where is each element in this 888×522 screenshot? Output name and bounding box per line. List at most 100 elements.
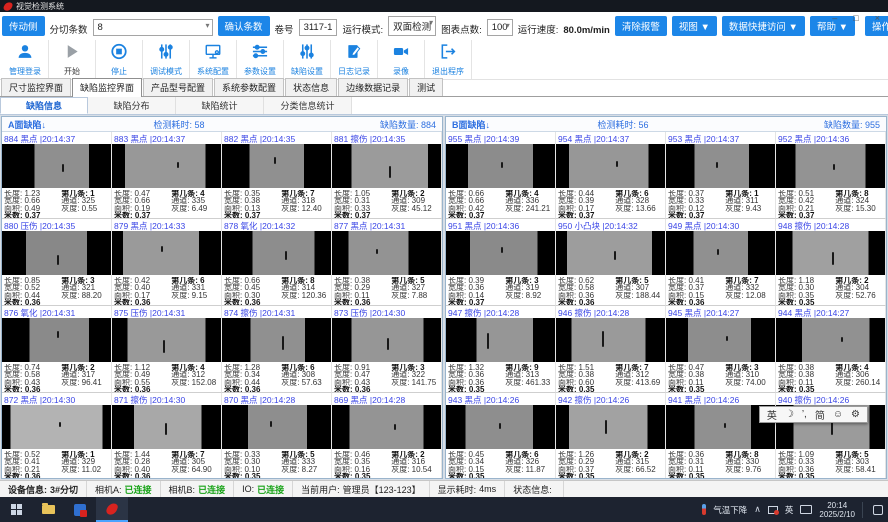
defect-cell[interactable]: 875 压伤 |20:14:31长度: 1.12宽度: 0.49面积: 0.55… [112,306,222,393]
metric-area: 面积: 0.16 [334,466,391,473]
defect-cell[interactable]: 870 黑点 |20:14:28长度: 0.33宽度: 0.30面积: 0.10… [222,393,332,478]
defect-cell[interactable]: 952 黑点 |20:14:36长度: 0.51宽度: 0.42面积: 0.21… [776,132,886,219]
metrics-right-column: 第几条: 2通道: 316灰度: 10.54 [391,451,440,478]
tab-4[interactable]: 状态信息 [285,78,337,96]
defect-cell[interactable]: 953 黑点 |20:14:37长度: 0.37宽度: 0.33面积: 0.12… [666,132,776,219]
ime-punctuation-icon[interactable]: ’, [802,409,807,420]
toolbar-button-monitor[interactable]: 系统配置 [190,40,237,79]
toolbar-button-label: 管理登录 [9,66,41,77]
metric-meter: 米数: 0.35 [334,473,391,478]
defect-cell[interactable]: 874 擦伤 |20:14:31长度: 1.28宽度: 0.34面积: 0.44… [222,306,332,393]
pinned-app-button[interactable] [64,497,96,522]
defect-cell[interactable]: 942 擦伤 |20:14:26长度: 1.26宽度: 0.29面积: 0.37… [556,393,666,478]
defect-cell[interactable]: 869 黑点 |20:14:28长度: 0.46宽度: 0.35面积: 0.16… [332,393,442,478]
close-button[interactable]: × [875,13,880,23]
defect-cell[interactable]: 876 氧化 |20:14:31长度: 0.74宽度: 0.58面积: 0.43… [2,306,112,393]
defect-cell[interactable]: 872 黑点 |20:14:30长度: 0.52宽度: 0.41面积: 0.21… [2,393,112,478]
toolbar-button-log[interactable]: 日志记录 [331,40,378,79]
defect-cell[interactable]: 884 黑点 |20:14:37长度: 1.23宽度: 0.66面积: 0.49… [2,132,112,219]
tab-0[interactable]: 尺寸监控界面 [1,78,71,96]
defect-cell[interactable]: 955 黑点 |20:14:39长度: 0.66宽度: 0.66面积: 0.42… [446,132,556,219]
defect-cell[interactable]: 948 擦伤 |20:14:28长度: 1.18宽度: 0.30面积: 0.35… [776,219,886,306]
defect-cell[interactable]: 954 黑点 |20:14:37长度: 0.44宽度: 0.39面积: 0.17… [556,132,666,219]
defect-cell[interactable]: 879 黑点 |20:14:33长度: 0.42宽度: 0.40面积: 0.17… [112,219,222,306]
ime-emoji-icon[interactable]: ☺ [833,409,843,420]
tray-chevron-icon[interactable]: ∧ [754,504,761,515]
defect-cell[interactable]: 878 氧化 |20:14:32长度: 0.66宽度: 0.45面积: 0.30… [222,219,332,306]
ime-lang-button[interactable]: 英 [767,407,777,422]
keyboard-icon[interactable] [800,505,812,514]
defect-thumbnail [776,318,885,362]
metric-length: 长度: 0.66 [448,190,505,197]
roll-number-input[interactable]: 3117-1 [299,19,338,36]
chart-points-select[interactable]: 100 [487,19,513,36]
defect-cell[interactable]: 873 压伤 |20:14:30长度: 0.91宽度: 0.47面积: 0.43… [332,306,442,393]
confirm-count-button[interactable]: 确认条数 [218,16,270,36]
defect-thumbnail [446,144,555,188]
active-app-button[interactable] [96,497,128,522]
metric-strip: 第几条: 5 [391,277,440,284]
toolbar-button-camera[interactable]: 录像 [378,40,425,79]
maximize-button[interactable]: □ [853,13,858,23]
quick-access-menu-button[interactable]: 数据快捷访问 ▼ [722,16,805,36]
sound-alert-icon[interactable] [768,506,778,514]
toolbar-button-sliders-h[interactable]: 参数设置 [237,40,284,79]
metric-length: 长度: 1.32 [448,364,505,371]
tab-2[interactable]: 产品型号配置 [143,78,213,96]
tab-5[interactable]: 边缘数据记录 [338,78,408,96]
subtab-3[interactable]: 分类信息统计 [264,97,352,114]
subtab-1[interactable]: 缺陷分布 [88,97,176,114]
defect-cell[interactable]: 947 擦伤 |20:14:28长度: 1.32宽度: 0.36面积: 0.36… [446,306,556,393]
defect-cell[interactable]: 944 黑点 |20:14:27长度: 0.38宽度: 0.38面积: 0.11… [776,306,886,393]
notification-icon[interactable] [873,505,883,515]
tab-1[interactable]: 缺陷监控界面 [72,78,142,97]
toolbar-button-stop[interactable]: 停止 [96,40,143,79]
toolbar-button-user[interactable]: 管理登录 [2,40,49,79]
ime-settings-gear-icon[interactable]: ⚙ [851,409,860,420]
defect-cell[interactable]: 882 黑点 |20:14:35长度: 0.35宽度: 0.38面积: 0.13… [222,132,332,219]
tune-icon [157,43,175,65]
status-bar: 设备信息:3#分切相机A:已连接相机B:已连接IO:已连接当前用户:管理员【12… [0,480,888,497]
file-explorer-button[interactable] [32,497,64,522]
toolbar-button-label: 缺陷设置 [291,66,323,77]
metric-meter: 米数: 0.36 [4,299,61,306]
metric-area: 面积: 0.43 [334,379,391,386]
subtab-0[interactable]: 缺陷信息 [0,97,88,114]
defect-cell[interactable]: 945 黑点 |20:14:27长度: 0.47宽度: 0.38面积: 0.11… [666,306,776,393]
minimize-button[interactable]: – [832,13,837,23]
status-label: 设备信息: [8,483,47,496]
defect-cell[interactable]: 950 小凸块 |20:14:32长度: 0.62宽度: 0.58面积: 0.3… [556,219,666,306]
defect-metrics: 长度: 0.46宽度: 0.35面积: 0.16米数: 0.35第几条: 2通道… [332,449,441,478]
metrics-right-column: 第几条: 1通道: 311灰度: 9.43 [725,190,774,219]
toolbar-button-sliders-v[interactable]: 缺陷设置 [284,40,331,79]
toolbar-button-tune[interactable]: 调试模式 [143,40,190,79]
subtab-2[interactable]: 缺陷统计 [176,97,264,114]
drive-side-button[interactable]: 传动侧 [2,16,45,36]
ime-simplified-button[interactable]: 简 [815,407,825,422]
weather-text[interactable]: 气温下降 [713,504,747,516]
run-mode-select[interactable]: 双面检测 [388,16,436,36]
defect-cell[interactable]: 949 黑点 |20:14:30长度: 0.41宽度: 0.37面积: 0.15… [666,219,776,306]
toolbar-button-play[interactable]: 开始 [49,40,96,79]
metric-area: 面积: 0.37 [558,466,615,473]
defect-cell[interactable]: 881 擦伤 |20:14:35长度: 1.05宽度: 0.31面积: 0.33… [332,132,442,219]
start-button[interactable] [0,497,32,522]
defect-count: 缺陷数量: 884 [308,118,436,131]
defect-cell[interactable]: 943 黑点 |20:14:26长度: 0.45宽度: 0.34面积: 0.15… [446,393,556,478]
language-indicator[interactable]: 英 [785,504,794,516]
tab-6[interactable]: 测试 [409,78,443,96]
clear-alarm-button[interactable]: 清除报警 [615,16,667,36]
defect-cell[interactable]: 951 黑点 |20:14:36长度: 0.39宽度: 0.36面积: 0.14… [446,219,556,306]
defect-cell[interactable]: 871 擦伤 |20:14:30长度: 1.44宽度: 0.28面积: 0.40… [112,393,222,478]
defect-cell[interactable]: 880 压伤 |20:14:35长度: 0.85宽度: 0.52面积: 0.44… [2,219,112,306]
slit-count-select[interactable]: 8 [93,19,213,36]
defect-cell[interactable]: 946 擦伤 |20:14:28长度: 1.51宽度: 0.38面积: 0.60… [556,306,666,393]
metric-meter: 米数: 0.37 [448,299,505,306]
view-menu-button[interactable]: 视图 ▼ [672,16,717,36]
defect-cell[interactable]: 877 黑点 |20:14:31长度: 0.38宽度: 0.29面积: 0.11… [332,219,442,306]
tab-3[interactable]: 系统参数配置 [214,78,284,96]
toolbar-button-exit[interactable]: 退出程序 [425,40,472,79]
taskbar-clock[interactable]: 20:14 2025/2/10 [819,501,855,519]
ime-fullhalf-moon-icon[interactable]: ☽ [785,409,794,420]
defect-cell[interactable]: 883 黑点 |20:14:37长度: 0.47宽度: 0.66面积: 0.19… [112,132,222,219]
